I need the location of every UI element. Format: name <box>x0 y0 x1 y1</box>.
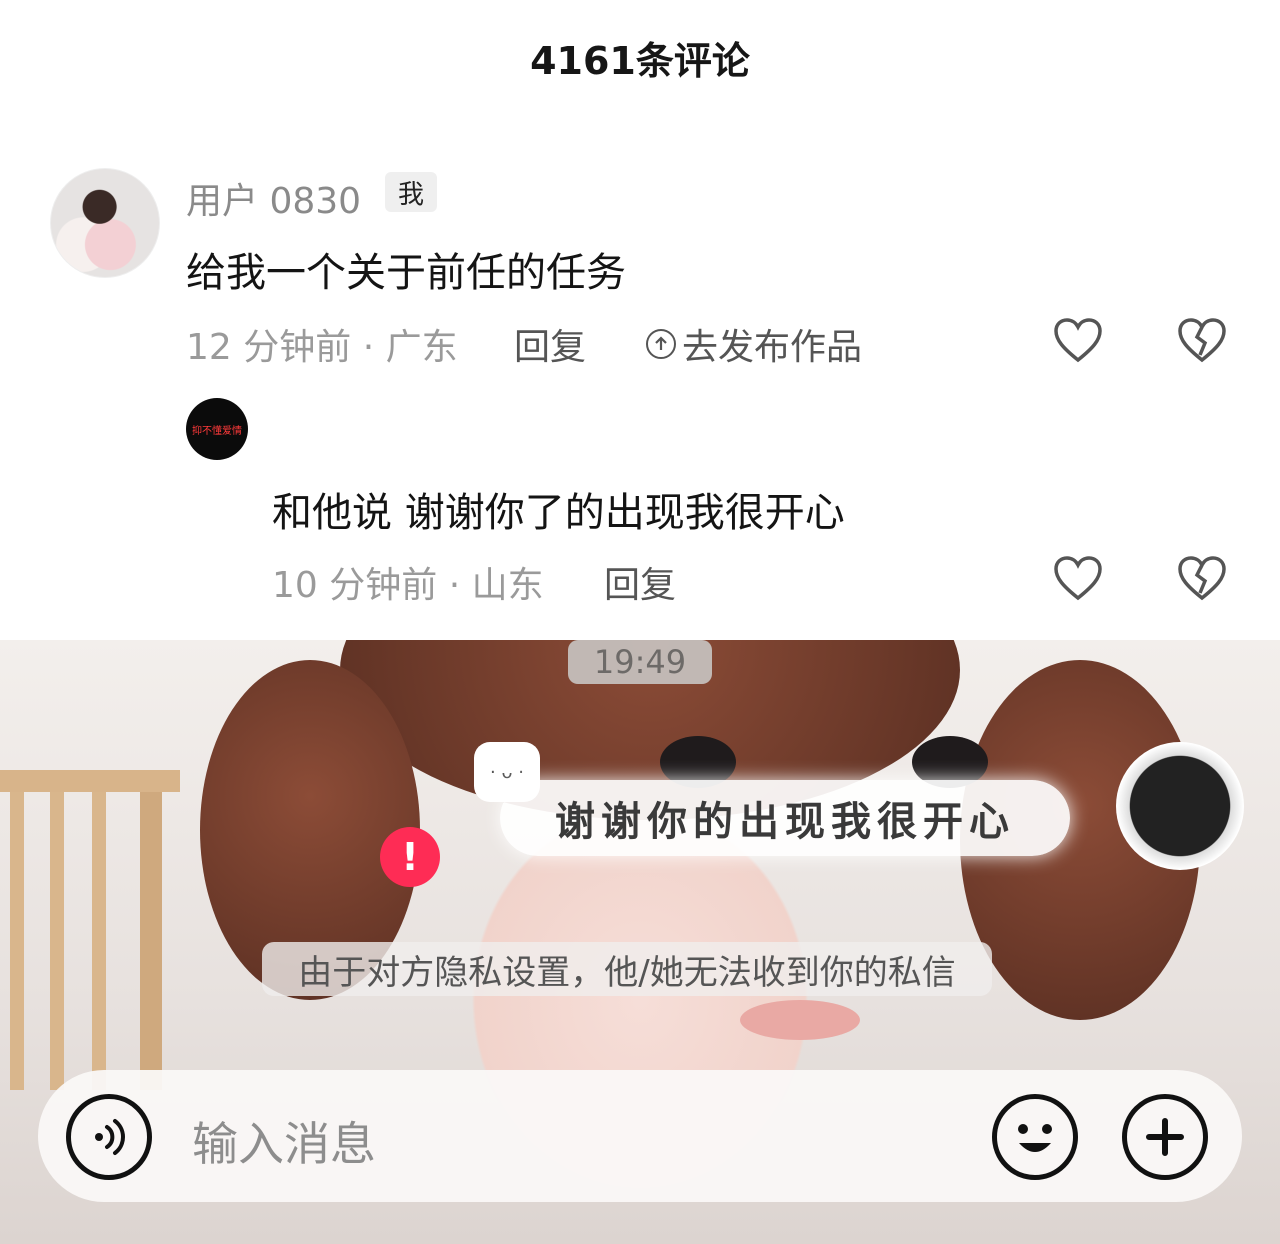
emoji-icon <box>1018 1124 1052 1152</box>
send-failed-alert-icon[interactable]: ! <box>380 827 440 887</box>
comment-username[interactable]: 用户 0830 <box>186 172 361 224</box>
author-self-badge: 我 <box>385 172 437 212</box>
like-button[interactable] <box>1052 552 1104 604</box>
comment-text: 和他说 谢谢你了的出现我很开心 <box>272 490 845 536</box>
avatar[interactable]: 抑不懂爱情 <box>186 398 248 460</box>
privacy-notice: 由于对方隐私设置，他/她无法收到你的私信 <box>262 942 992 996</box>
publish-work-label: 去发布作品 <box>682 327 863 368</box>
avatar[interactable] <box>50 168 160 278</box>
like-button[interactable] <box>1052 314 1104 366</box>
emoji-button[interactable] <box>992 1094 1078 1180</box>
upload-circle-icon <box>646 329 676 359</box>
comment-meta: 10 分钟前 · 山东 <box>272 565 544 606</box>
comment-text: 给我一个关于前任的任务 <box>186 250 626 296</box>
voice-button[interactable] <box>66 1094 152 1180</box>
comments-count-title: 4161条评论 <box>530 39 750 83</box>
publish-work-button[interactable]: 去发布作品 <box>646 318 862 370</box>
heart-icon <box>1054 318 1102 363</box>
chat-message-bubble[interactable]: 谢谢你的出现我很开心 <box>500 780 1070 856</box>
plus-icon <box>1146 1118 1184 1156</box>
crib-rail <box>0 770 180 1090</box>
plus-button[interactable] <box>1122 1094 1208 1180</box>
contact-avatar[interactable] <box>1116 742 1244 870</box>
message-input[interactable]: 输入消息 <box>192 1108 376 1174</box>
dislike-button[interactable] <box>1176 552 1228 604</box>
voice-icon <box>95 1119 125 1155</box>
chat-timestamp: 19:49 <box>568 640 712 684</box>
reply-button[interactable]: 回复 <box>514 318 586 370</box>
heart-icon <box>1054 556 1102 601</box>
reply-button[interactable]: 回复 <box>604 556 676 608</box>
mouth-shape <box>740 1000 860 1040</box>
comment-meta: 12 分钟前 · 广东 <box>186 327 458 368</box>
broken-heart-icon <box>1178 556 1226 601</box>
avatar-text: 抑不懂爱情 <box>192 425 242 437</box>
dislike-button[interactable] <box>1176 314 1228 366</box>
broken-heart-icon <box>1178 318 1226 363</box>
